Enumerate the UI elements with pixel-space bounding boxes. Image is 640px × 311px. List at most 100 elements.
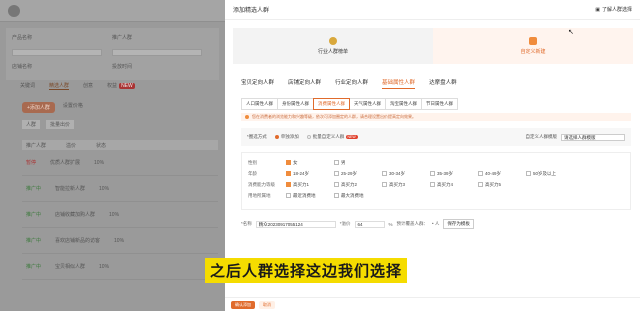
row-name: 宝贝相似人群 [55,264,86,270]
save-template-button[interactable]: 保存为模板 [443,219,474,229]
row-price: 10% [94,159,105,166]
radio-batch-custom[interactable]: 批量自定义人群 NEW [306,134,358,140]
bg-filter-label: 店铺名称 [12,64,33,71]
bg-tab-active[interactable]: 精选人群 [49,82,70,90]
checkbox-option[interactable]: 18-24岁 [286,171,334,177]
checkbox-icon [286,160,291,165]
bg-tab[interactable]: 创意 [83,82,93,90]
subtab[interactable]: 天气属性人群 [349,98,386,110]
checkbox-option[interactable]: 高买力2 [334,182,382,188]
th: 溢价 [66,143,77,149]
attr-label: 性别 [248,159,257,165]
bg-sub-item[interactable]: 批量出价 [46,120,75,129]
attr-label: 年龄 [248,170,257,176]
bg-filter-box[interactable] [12,48,102,56]
set-price-button[interactable]: 设置价格 [63,102,83,113]
checkbox-icon [286,182,291,187]
name-price-row: *名称 精众20230917055124 *溢价 64 % 预计覆盖人群： • … [241,217,631,231]
bg-filter-box[interactable] [112,48,202,56]
checkbox-option[interactable]: 女 [286,160,334,166]
checkbox-option[interactable]: 35-39岁 [430,171,478,177]
table-row[interactable]: 推广中 智能拉新人群 10% [22,176,218,202]
bg-table-header: 推广人群 溢价 状态 [22,140,218,150]
background-page: 产品名称 推广人群 店铺名称 投放时间 关键词 精选人群 创意 权益 NEW +添… [0,0,225,311]
tab-basic-attribute-audience[interactable]: 基础属性人群 [382,78,416,89]
option-label: 高买力4 [437,181,454,187]
option-label: 男 [341,159,346,165]
radio-single-add[interactable]: 单独添加 [274,134,299,140]
table-row[interactable]: 推广中 宝贝相似人群 10% [22,254,218,280]
row-status: 推广中 [26,186,42,192]
checkbox-icon [526,171,531,176]
bg-tabs: 关键词 精选人群 创意 权益 NEW [20,82,135,90]
table-row[interactable]: 推广中 店铺收藏加购人群 10% [22,202,218,228]
checkbox-icon [430,171,435,176]
row-price: 10% [114,237,125,244]
checkbox-option[interactable]: 高买力4 [430,182,478,188]
attr-row-spending: 消费能力等级 高买力1 高买力2 高买力3 高买力4 高买力5 [248,179,624,190]
checkbox-option[interactable]: 25-29岁 [334,171,382,177]
selection-mode-row: *圈选方式 单独添加 批量自定义人群 NEW 自定义人群模版 请选择人群模版 [241,128,631,146]
help-link[interactable]: ▣ 了解人群选择 [595,6,632,14]
bg-filter-label: 产品名称 [12,35,33,41]
checkbox-option[interactable]: 最近消费地 [286,193,334,199]
option-label: 35-39岁 [437,170,454,176]
template-select[interactable]: 请选择人群模版 [561,133,625,141]
bg-tab-label: 权益 [107,83,118,89]
new-badge: NEW [345,135,358,139]
checkbox-icon [382,182,387,187]
help-label: 了解人群选择 [601,7,632,13]
checkbox-option[interactable]: 30-34岁 [382,171,430,177]
tab-item-audience[interactable]: 宝贝定向人群 [241,78,274,89]
estimate-label: 预计覆盖人群： [396,221,429,226]
audience-type-tabs: 宝贝定向人群 店铺定向人群 行业定向人群 基础属性人群 达摩盘人群 [241,78,457,89]
row-status: 暂停 [26,160,37,166]
subtab[interactable]: 淘宝属性人群 [385,98,422,110]
checkbox-option[interactable]: 40-49岁 [478,171,526,177]
attr-row-location: 用地所属地 最近消费地 最大消费地 [248,190,624,201]
subtab[interactable]: 身份属性人群 [277,98,314,110]
tab-industry-audience[interactable]: 行业定向人群 [335,78,368,89]
checkbox-icon [334,171,339,176]
table-row[interactable]: 暂停 优质人群扩展 10% [22,150,218,176]
row-name: 喜欢店铺新品的访客 [55,238,101,244]
th: 状态 [96,143,107,149]
checkbox-option[interactable]: 高买力3 [382,182,430,188]
radio-icon [274,134,279,139]
card-custom-create[interactable]: 自定义新建 [433,28,633,64]
percent-unit: % [388,221,393,227]
bg-tab[interactable]: 权益 NEW [107,82,135,90]
checkbox-option[interactable]: 高买力5 [478,182,526,188]
checkbox-option[interactable]: 男 [334,160,382,166]
attribute-grid: 性别 女 男 年龄 18-24岁 25-29岁 30-34岁 35-39岁 40… [241,152,631,210]
new-badge: NEW [119,83,135,89]
checkbox-icon [478,182,483,187]
th: 推广人群 [26,143,47,149]
option-label: 高买力3 [389,181,406,187]
subtab[interactable]: 人口属性人群 [241,98,278,110]
row-status: 推广中 [26,212,42,218]
bg-tab[interactable]: 关键词 [20,82,35,90]
notice-text: 您在消费者的浏览能力和兴趣等级，依次可添加圈定的人群，请合理设置出价提高定向效果… [252,114,416,119]
checkbox-option[interactable]: 50岁及以上 [526,171,574,177]
subtab-active[interactable]: 消费属性人群 [313,98,350,110]
checkbox-option[interactable]: 最大消费地 [334,193,382,199]
option-label: 高买力1 [293,181,310,187]
cancel-button[interactable]: 取消 [259,300,275,309]
bg-btnrow: +添加人群 设置价格 [22,102,83,113]
checkbox-option[interactable]: 高买力1 [286,182,334,188]
bg-sub-item[interactable]: 人群 [22,120,41,129]
price-input[interactable]: 64 [354,220,385,228]
add-audience-button[interactable]: +添加人群 [22,102,55,113]
panel-header: 添加精选人群 ▣ 了解人群选择 [225,0,640,20]
subtab[interactable]: 节日属性人群 [421,98,458,110]
card-industry-ranking[interactable]: 行业人群榜单 [233,28,433,64]
radio-label: 批量自定义人群 [312,134,345,139]
option-label: 25-29岁 [341,170,358,176]
table-row[interactable]: 推广中 喜欢店铺新品的访客 10% [22,228,218,254]
tab-shop-audience[interactable]: 店铺定向人群 [288,78,321,89]
tab-damopan-audience[interactable]: 达摩盘人群 [429,78,457,89]
name-input[interactable]: 精众20230917055124 [255,220,336,228]
attr-label: 消费能力等级 [248,181,275,187]
confirm-add-button[interactable]: 确认添加 [231,300,255,309]
